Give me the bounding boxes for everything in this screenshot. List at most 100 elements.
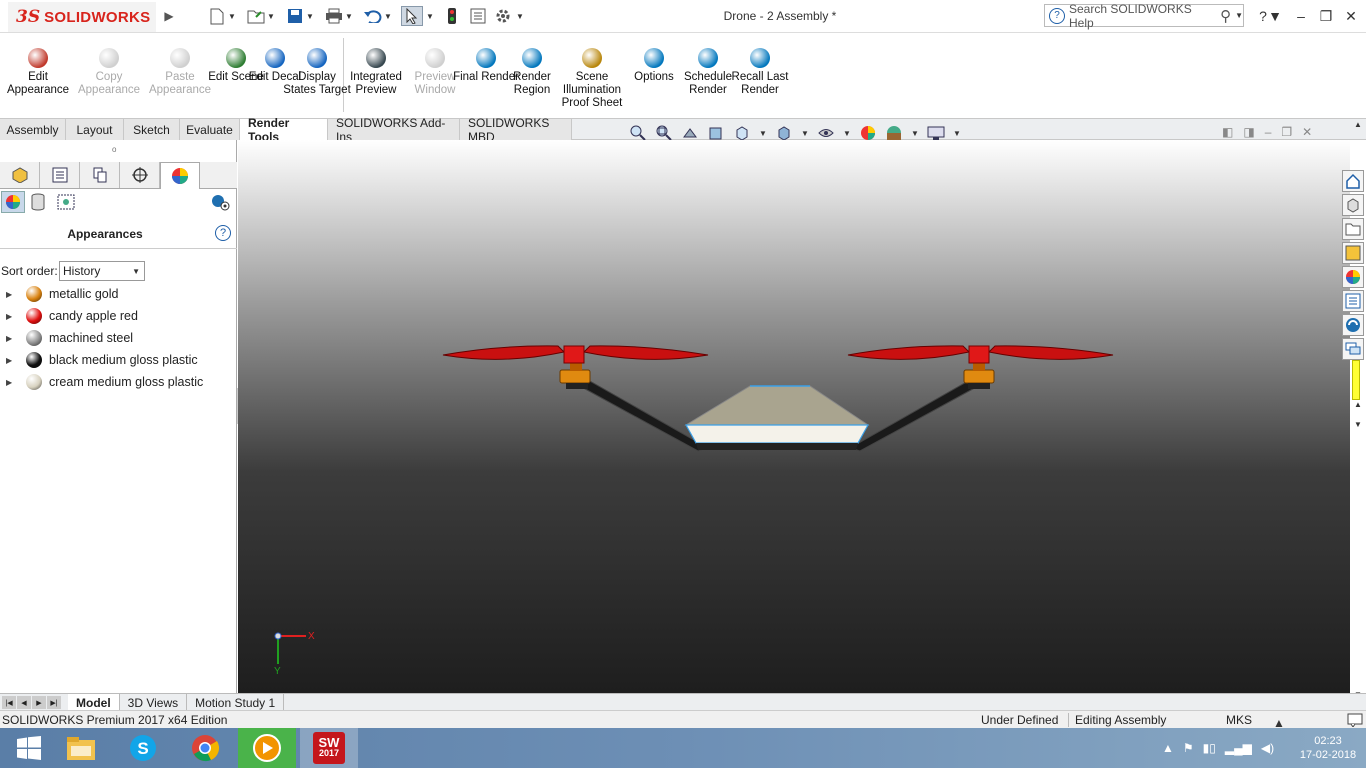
tab-evaluate[interactable]: Evaluate: [180, 119, 240, 140]
close-icon[interactable]: ✕: [1340, 6, 1362, 26]
appearance-item[interactable]: ▶ candy apple red: [0, 305, 138, 327]
print-dropdown-icon[interactable]: ▼: [343, 6, 355, 26]
file-properties-icon[interactable]: [467, 6, 489, 26]
tab-assembly[interactable]: Assembly: [0, 119, 66, 140]
expand-arrow-icon[interactable]: ▶: [6, 378, 18, 387]
save-dropdown-icon[interactable]: ▼: [304, 6, 316, 26]
viewport-restore-icon[interactable]: ❐: [1281, 125, 1292, 139]
unit-system[interactable]: MKS: [1226, 713, 1252, 727]
edit-appearance-button[interactable]: Edit Appearance: [4, 48, 72, 97]
appearance-item[interactable]: ▶ metallic gold: [0, 283, 118, 305]
open-folder-icon[interactable]: [245, 6, 267, 26]
render-region-button[interactable]: Render Region: [498, 48, 566, 97]
print-icon[interactable]: [323, 6, 345, 26]
appearances-view-icon[interactable]: [1, 191, 25, 213]
flag-icon[interactable]: ⚑: [1183, 741, 1194, 755]
help-dropdown-icon[interactable]: ▼: [1268, 6, 1282, 26]
network-icon[interactable]: ▮▯: [1203, 741, 1216, 755]
proof-sheet-button[interactable]: Scene Illumination Proof Sheet: [558, 48, 626, 110]
search-dropdown-icon[interactable]: ▼: [1235, 11, 1243, 20]
display-settings-icon[interactable]: [210, 193, 230, 214]
bottom-tab-3d-views[interactable]: 3D Views: [120, 694, 188, 711]
restore-icon[interactable]: ❐: [1315, 6, 1337, 26]
save-icon[interactable]: [284, 6, 306, 26]
show-hidden-icons-icon[interactable]: ▲: [1162, 741, 1174, 755]
windows-start-icon[interactable]: [0, 728, 58, 768]
solidworks-resources-icon[interactable]: [1342, 314, 1364, 336]
scene-lights-cameras-icon[interactable]: [56, 193, 76, 214]
decals-view-icon[interactable]: [30, 193, 46, 214]
expand-menu-icon[interactable]: ▶: [158, 6, 180, 26]
display-states-button[interactable]: Display States Target: [283, 48, 351, 97]
copy-appearance-button[interactable]: Copy Appearance: [75, 48, 143, 97]
new-document-icon[interactable]: [206, 6, 228, 26]
solidworks-logo[interactable]: 3S SOLIDWORKS: [8, 2, 156, 32]
chrome-icon[interactable]: [176, 728, 234, 768]
expand-arrow-icon[interactable]: ▶: [6, 312, 18, 321]
media-player-icon[interactable]: [238, 728, 296, 768]
tab-property-manager[interactable]: [40, 162, 80, 188]
volume-icon[interactable]: ◀): [1261, 741, 1274, 755]
scroll-up-icon[interactable]: ▲: [1354, 120, 1362, 129]
appearance-item[interactable]: ▶ machined steel: [0, 327, 133, 349]
view-palette-icon[interactable]: [1342, 242, 1364, 264]
first-tab-icon[interactable]: |◀: [2, 696, 16, 709]
tab-render-tools[interactable]: Render Tools: [240, 116, 328, 144]
skype-icon[interactable]: S: [114, 728, 172, 768]
options-gear-icon[interactable]: [492, 6, 514, 26]
tile-right-icon[interactable]: ◨: [1243, 125, 1254, 139]
tab-solidworks-add-ins[interactable]: SOLIDWORKS Add-Ins: [328, 116, 460, 144]
recall-render-button[interactable]: Recall Last Render: [726, 48, 794, 97]
search-icon[interactable]: ⚲: [1220, 7, 1231, 25]
custom-properties-icon[interactable]: [1342, 290, 1364, 312]
search-input[interactable]: Search SOLIDWORKS Help: [1069, 2, 1216, 30]
tab-dimxpert-manager[interactable]: [120, 162, 160, 188]
tab-layout[interactable]: Layout: [66, 119, 124, 140]
viewport-minimize-icon[interactable]: –: [1265, 125, 1272, 139]
rebuild-traffic-light-icon[interactable]: [441, 6, 463, 26]
appearance-item[interactable]: ▶ cream medium gloss plastic: [0, 371, 203, 393]
file-explorer-icon[interactable]: [1342, 218, 1364, 240]
minimize-icon[interactable]: –: [1290, 6, 1312, 26]
options-dropdown-icon[interactable]: ▼: [514, 6, 526, 26]
drone-model[interactable]: X Y: [238, 140, 1350, 693]
tab-sketch[interactable]: Sketch: [124, 119, 180, 140]
select-dropdown-icon[interactable]: ▼: [424, 6, 436, 26]
tab-configuration-manager[interactable]: [80, 162, 120, 188]
undo-dropdown-icon[interactable]: ▼: [382, 6, 394, 26]
last-tab-icon[interactable]: ▶|: [47, 696, 61, 709]
graphics-area[interactable]: X Y: [238, 140, 1350, 693]
scroll-down-small-icon[interactable]: ▼: [1354, 420, 1362, 429]
sort-order-select[interactable]: History ▼: [59, 261, 145, 281]
tab-display-manager[interactable]: [160, 162, 200, 189]
scroll-up-small-icon[interactable]: ▲: [1354, 400, 1362, 409]
panel-splitter-handle[interactable]: o: [112, 145, 116, 154]
design-library-icon[interactable]: [1342, 194, 1364, 216]
tab-feature-manager[interactable]: [0, 162, 40, 188]
integrated-preview-button[interactable]: Integrated Preview: [342, 48, 410, 97]
expand-arrow-icon[interactable]: ▶: [6, 290, 18, 299]
scrollbar-thumb[interactable]: [1352, 360, 1360, 400]
appearance-item[interactable]: ▶ black medium gloss plastic: [0, 349, 198, 371]
expand-arrow-icon[interactable]: ▶: [6, 356, 18, 365]
bottom-tab-model[interactable]: Model: [68, 694, 120, 711]
search-box[interactable]: ? Search SOLIDWORKS Help ⚲ ▼: [1044, 2, 1244, 30]
prev-tab-icon[interactable]: ◀: [17, 696, 31, 709]
open-dropdown-icon[interactable]: ▼: [265, 6, 277, 26]
forum-icon[interactable]: [1342, 338, 1364, 360]
tab-solidworks-mbd[interactable]: SOLIDWORKS MBD: [460, 116, 572, 144]
home-icon[interactable]: [1342, 170, 1364, 192]
select-pointer-icon[interactable]: [401, 6, 423, 26]
signal-icon[interactable]: ▂▄▆: [1225, 741, 1252, 755]
viewport-close-icon[interactable]: ✕: [1302, 125, 1312, 139]
appearances-scenes-icon[interactable]: [1342, 266, 1364, 288]
expand-arrow-icon[interactable]: ▶: [6, 334, 18, 343]
tile-left-icon[interactable]: ◧: [1222, 125, 1233, 139]
new-dropdown-icon[interactable]: ▼: [226, 6, 238, 26]
appearances-help-icon[interactable]: ?: [215, 225, 231, 241]
undo-icon[interactable]: [362, 6, 384, 26]
file-explorer-taskbar-icon[interactable]: [52, 728, 110, 768]
next-tab-icon[interactable]: ▶: [32, 696, 46, 709]
clock[interactable]: 02:23 17-02-2018: [1298, 734, 1358, 762]
solidworks-taskbar-icon[interactable]: SW 2017: [300, 728, 358, 768]
